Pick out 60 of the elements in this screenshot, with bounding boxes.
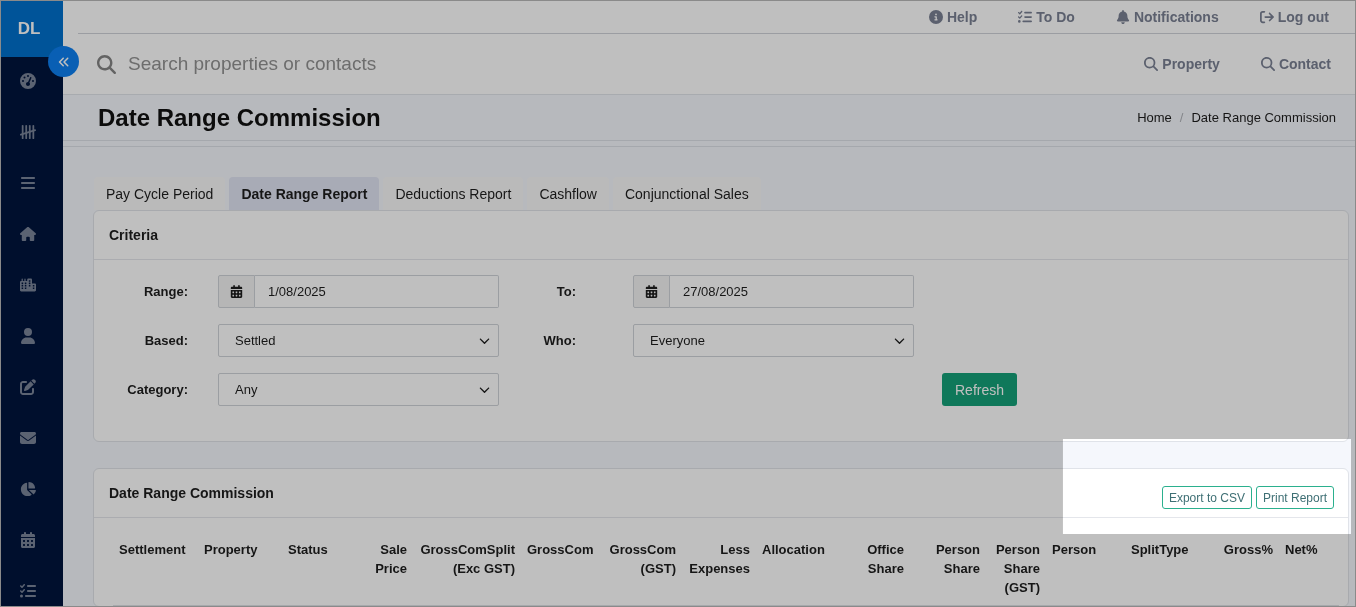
dropdown[interactable]: Everyone [633, 324, 914, 357]
info-icon [928, 10, 943, 24]
column-header: Office Share [844, 518, 910, 606]
print-report-button[interactable]: Print Report [1255, 486, 1334, 509]
menu-icon[interactable] [20, 175, 36, 191]
field-label: Range: [142, 284, 189, 299]
breadcrumb-separator: / [1179, 110, 1184, 125]
column-header: Net% [1279, 518, 1339, 606]
date-input[interactable]: 27/08/2025 [670, 275, 914, 308]
search-icon [1144, 57, 1159, 71]
search-field[interactable]: Search properties or contacts [128, 48, 1133, 80]
column-header: GrossCom (GST) [602, 518, 682, 606]
pie-chart-icon[interactable] [20, 481, 36, 497]
column-header: Person Share [910, 518, 986, 606]
buildings-icon[interactable] [20, 277, 36, 293]
column-header: Person Share (GST) [986, 518, 1046, 606]
column-header: Less Expenses [682, 518, 756, 606]
chevron-down-icon [894, 335, 905, 346]
bell-icon [1115, 10, 1130, 24]
calendar-icon[interactable] [633, 275, 670, 308]
breadcrumb-link[interactable]: Home [1137, 110, 1172, 125]
field-label: To: [555, 284, 577, 299]
column-header: GrossCom [521, 518, 602, 606]
card-title: Criteria [109, 227, 159, 243]
column-header: Person [1046, 518, 1125, 606]
home-icon[interactable] [20, 226, 36, 242]
envelope-icon[interactable] [20, 430, 36, 446]
field-label: Who: [542, 333, 577, 348]
checklist-icon [1018, 10, 1033, 24]
tally-marks-icon[interactable] [20, 124, 36, 140]
dropdown[interactable]: Settled [218, 324, 499, 357]
column-header: Allocation [756, 518, 844, 606]
initials-logo: DL [1, 1, 63, 57]
export-csv-button[interactable]: Export to CSV [1161, 486, 1252, 509]
field-label: Based: [143, 333, 189, 348]
column-header: SplitType [1125, 518, 1217, 606]
chevron-down-icon [479, 335, 490, 346]
user-icon[interactable] [20, 328, 36, 344]
calendar-icon[interactable] [218, 275, 255, 308]
double-chevron-left-icon [57, 55, 70, 68]
column-header: Status [282, 518, 349, 606]
column-header: Property [198, 518, 282, 606]
checklist-icon[interactable] [20, 583, 36, 599]
column-header: Gross% [1217, 518, 1279, 606]
field-label: Category: [126, 382, 189, 397]
card-title: Date Range Commission [109, 485, 274, 501]
tab[interactable]: Date Range Report [229, 177, 380, 210]
column-header: Sale Price [349, 518, 413, 606]
dropdown[interactable]: Any [218, 373, 499, 406]
logout-icon [1259, 10, 1274, 24]
column-header: Settlement [113, 518, 198, 606]
chevron-down-icon [479, 384, 490, 395]
breadcrumb-current: Date Range Commission [1191, 110, 1336, 125]
edit-icon[interactable] [20, 379, 36, 395]
gauge-icon[interactable] [20, 73, 36, 89]
search-icon [1260, 57, 1275, 71]
search-icon [97, 54, 116, 74]
page-title: Date Range Commission [98, 103, 381, 132]
column-header: GrossComSplit (Exc GST) [413, 518, 521, 606]
date-input[interactable]: 1/08/2025 [255, 275, 499, 308]
